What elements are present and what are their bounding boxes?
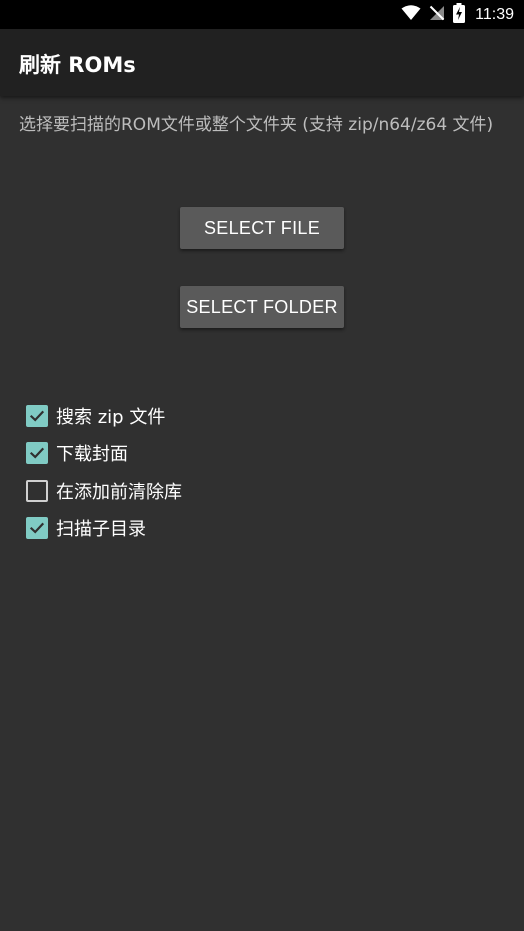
option-label: 扫描子目录 (56, 519, 146, 541)
option-download-covers[interactable]: 下载封面 (26, 435, 182, 473)
page-title: 刷新 ROMs (19, 53, 136, 77)
checkbox[interactable] (26, 442, 48, 465)
checkbox[interactable] (26, 404, 48, 427)
checkbox[interactable] (26, 479, 48, 502)
status-time: 11:39 (475, 6, 514, 23)
option-clear-library[interactable]: 在添加前清除库 (26, 472, 182, 510)
wifi-icon (401, 5, 421, 25)
status-icons: 11:39 (401, 3, 514, 27)
option-label: 搜索 zip 文件 (56, 406, 166, 428)
select-file-button[interactable]: SELECT FILE (180, 207, 344, 249)
option-search-zip[interactable]: 搜索 zip 文件 (26, 397, 182, 435)
checkmark-icon (29, 522, 45, 534)
description-text: 选择要扫描的ROM文件或整个文件夹 (支持 zip/n64/z64 文件) (19, 115, 494, 135)
checkbox[interactable] (26, 517, 48, 540)
option-label: 下载封面 (56, 444, 128, 466)
battery-charging-icon (453, 3, 466, 27)
option-label: 在添加前清除库 (56, 481, 182, 503)
option-scan-subdirectories[interactable]: 扫描子目录 (26, 510, 182, 548)
no-signal-icon (429, 5, 445, 25)
select-folder-button[interactable]: SELECT FOLDER (180, 286, 344, 328)
app-bar: 刷新 ROMs (0, 29, 524, 96)
options-list: 搜索 zip 文件 下载封面 在添加前清除库 扫描子目录 (26, 397, 182, 547)
checkmark-icon (29, 447, 45, 459)
checkmark-icon (29, 410, 45, 422)
status-bar: 11:39 (0, 0, 524, 29)
